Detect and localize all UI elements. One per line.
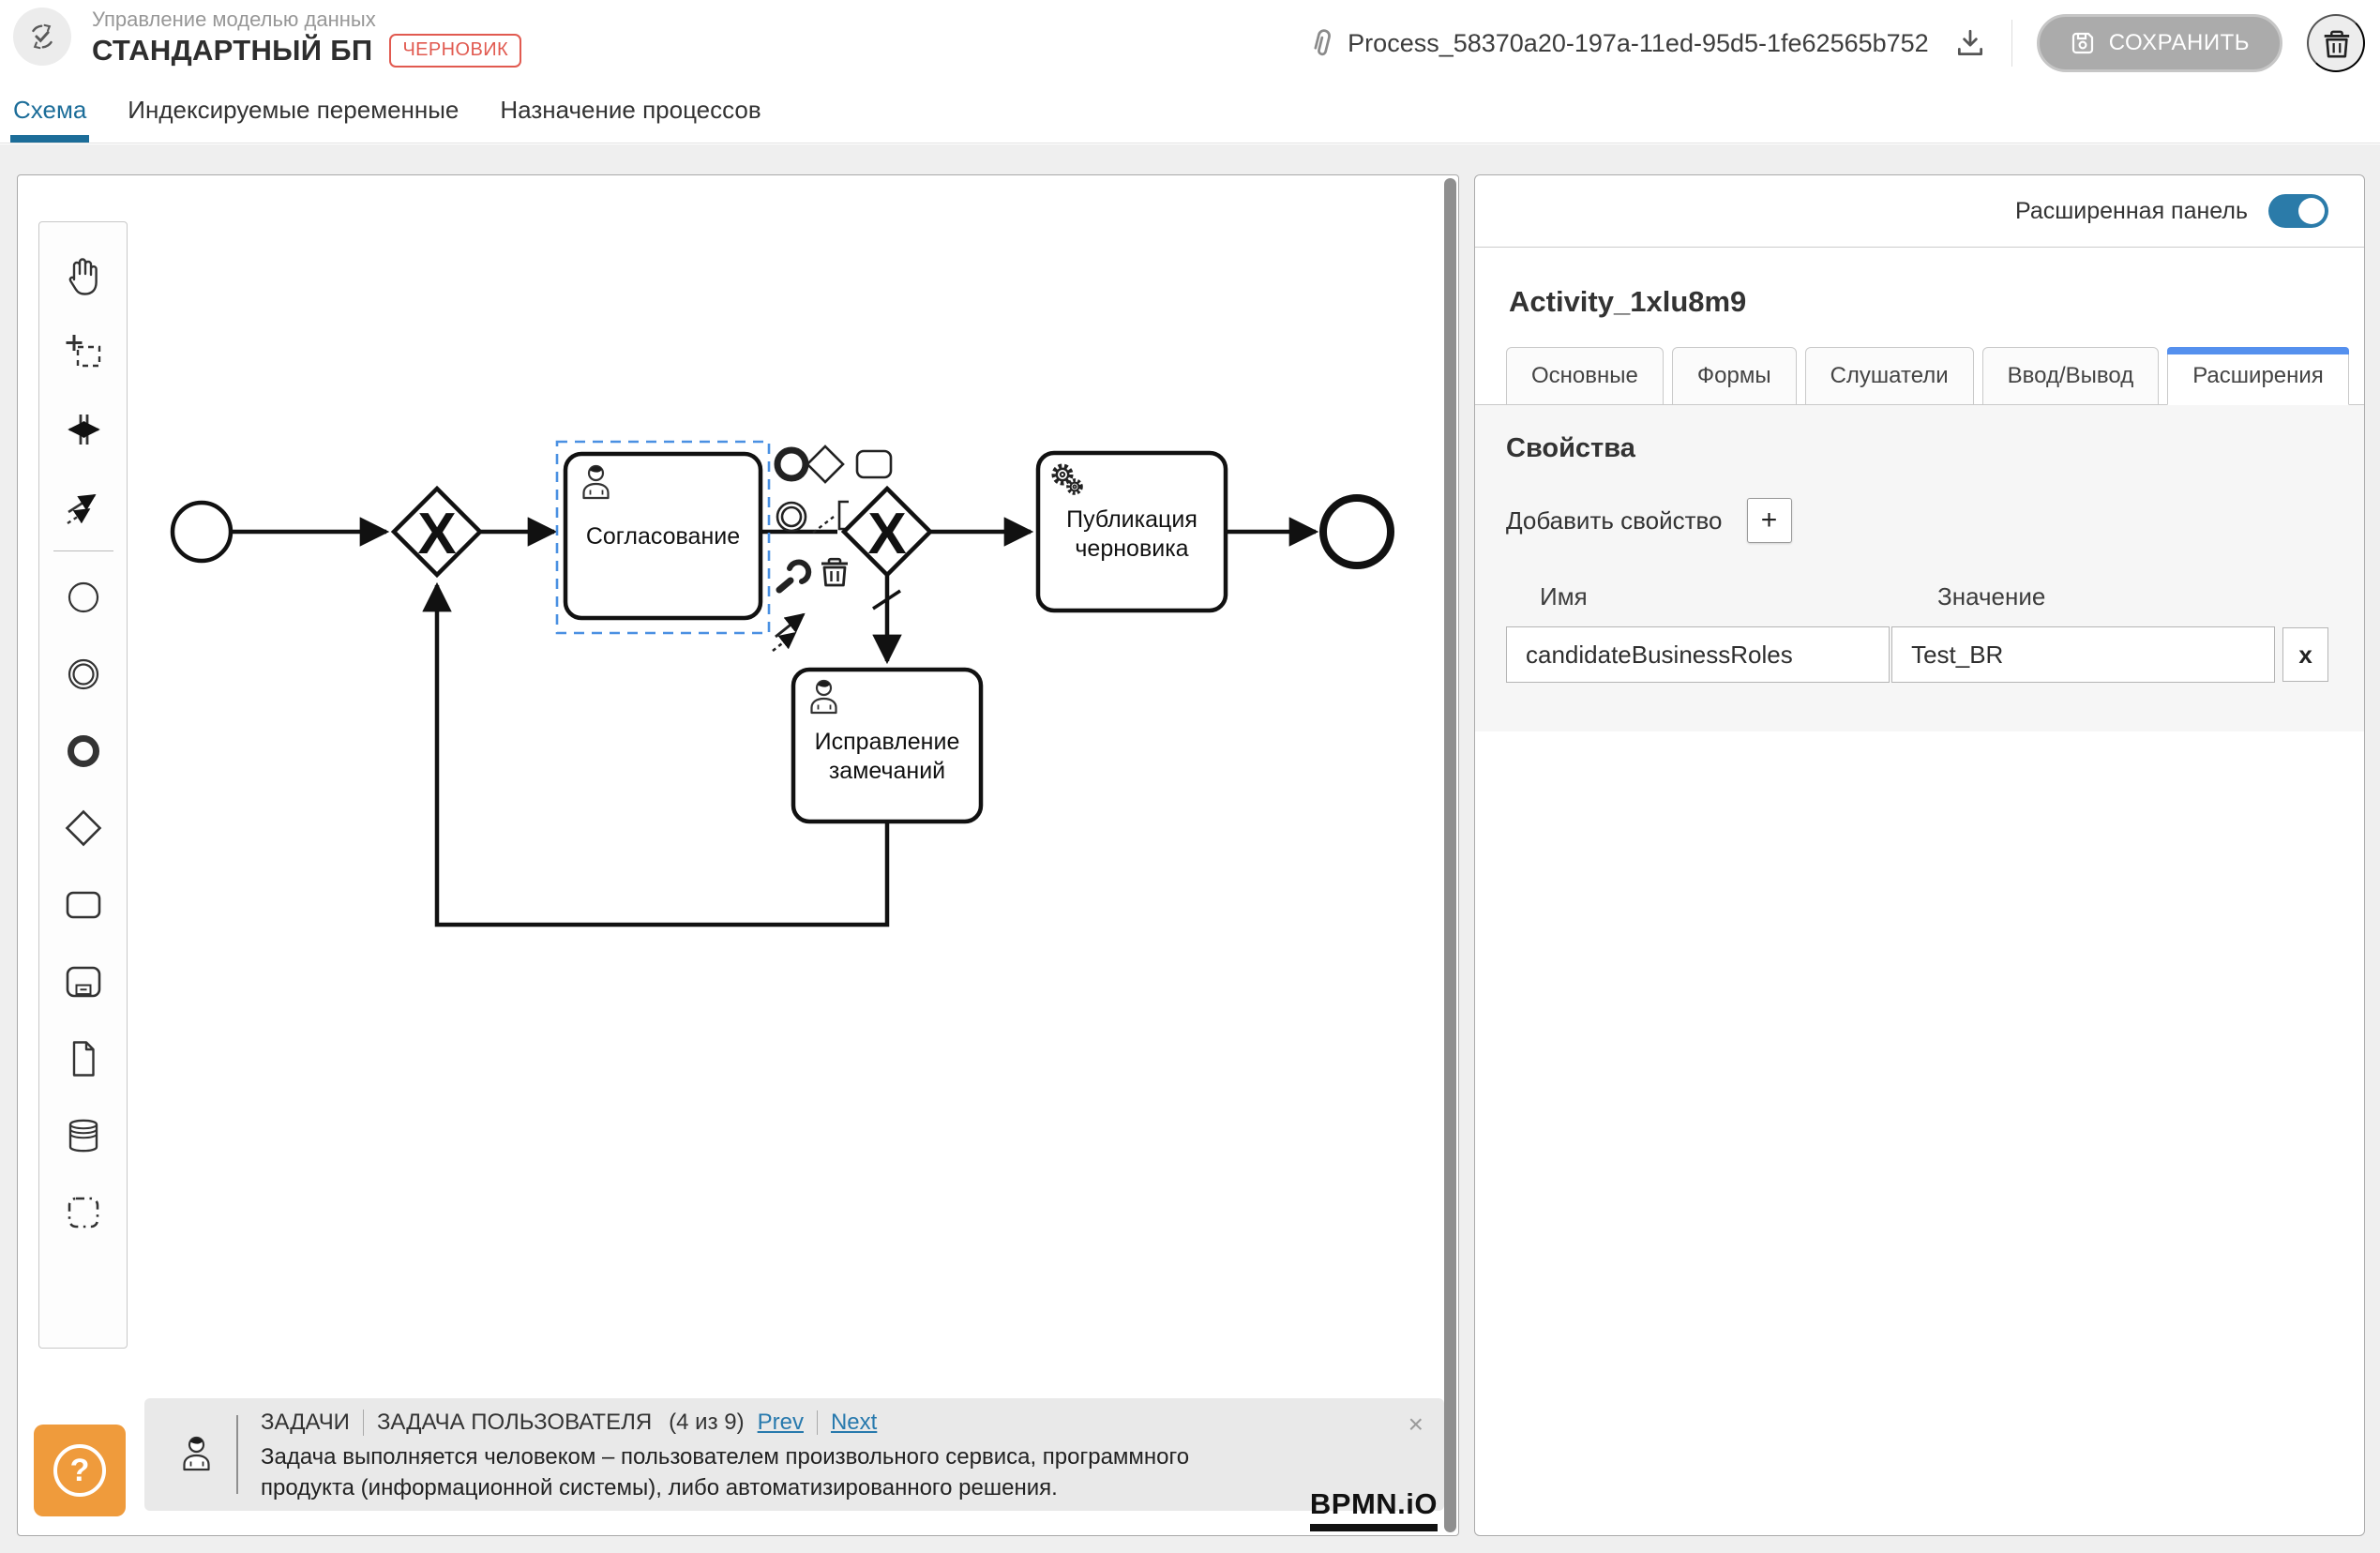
properties-tabs: Основные Формы Слушатели Ввод/Вывод Расш… [1475,347,2364,405]
task-publikaciya[interactable]: Публикация черновика [1038,453,1226,611]
task-ispravlenie[interactable]: Исправление замечаний [793,670,981,822]
append-task-icon[interactable] [857,451,891,477]
prev-link[interactable]: Prev [758,1410,804,1436]
download-button[interactable] [1953,26,1987,60]
app-header: Управление моделью данных СТАНДАРТНЫЙ БП… [0,0,2380,143]
svg-text:X: X [417,502,456,566]
append-end-event-icon[interactable] [777,450,806,478]
properties-panel: Расширенная панель Activity_1xlu8m9 Осно… [1474,174,2365,1536]
task-soglasovanie[interactable]: Согласование [565,454,761,618]
save-button[interactable]: СОХРАНИТЬ [2037,14,2282,72]
connect-icon[interactable] [773,614,804,651]
gateway-1[interactable]: X [394,489,480,575]
property-value-input[interactable] [1891,626,2275,683]
tab-input-output[interactable]: Ввод/Вывод [1982,347,2160,405]
app-logo [13,8,71,66]
svg-text:Публикация: Публикация [1066,506,1198,533]
tab-indexed-variables[interactable]: Индексируемые переменные [128,96,459,143]
change-element-icon[interactable] [779,563,808,590]
space-tool[interactable] [61,391,106,468]
create-start-event[interactable] [61,559,106,636]
page-title: СТАНДАРТНЫЙ БП [92,34,372,68]
svg-text:X: X [867,502,906,566]
help-button[interactable]: ? [34,1425,126,1516]
column-header-value: Значение [1937,582,2045,611]
extensions-tab-content: Свойства Добавить свойство + Имя Значени… [1475,404,2364,731]
paperclip-icon [1308,27,1336,59]
process-id: Process_58370a20-197a-11ed-95d5-1fe62565… [1348,29,1929,58]
delete-model-button[interactable] [2307,14,2365,72]
main-area: X Согласование X Публикация черновика [0,144,2380,1553]
element-info-bar: ЗАДАЧИ ЗАДАЧА ПОЛЬЗОВАТЕЛЯ (4 из 9) Prev… [144,1398,1444,1511]
end-event[interactable] [1323,498,1391,565]
remove-property-button[interactable]: x [2282,627,2328,682]
tab-extensions[interactable]: Расширения [2167,347,2349,405]
bpmn-palette [38,221,128,1349]
status-badge: ЧЕРНОВИК [389,34,521,68]
column-header-name: Имя [1540,582,1902,611]
question-icon: ? [53,1444,106,1497]
floppy-icon [2070,30,2096,56]
lasso-tool[interactable] [61,314,106,391]
create-data-object[interactable] [61,1020,106,1097]
tab-general[interactable]: Основные [1506,347,1664,405]
selected-element-id: Activity_1xlu8m9 [1509,285,2364,319]
create-group[interactable] [61,1174,106,1251]
start-event[interactable] [173,503,231,561]
info-counter: (4 из 9) [669,1410,744,1436]
user-task-badge-icon [176,1432,218,1473]
properties-section-title: Свойства [1506,433,2328,464]
append-gateway-icon[interactable] [807,446,843,482]
delete-element-icon[interactable] [821,559,848,585]
info-element-type: ЗАДАЧА ПОЛЬЗОВАТЕЛЯ [377,1410,652,1436]
app-subtitle: Управление моделью данных [92,8,376,32]
info-bar-divider [236,1415,238,1494]
add-property-label: Добавить свойство [1506,506,1723,535]
tab-schema[interactable]: Схема [13,96,86,143]
svg-text:Согласование: Согласование [586,523,740,550]
svg-text:замечаний: замечаний [829,758,945,784]
create-intermediate-event[interactable] [61,636,106,713]
bpmn-diagram[interactable]: X Согласование X Публикация черновика [18,175,1460,1537]
create-task[interactable] [61,867,106,943]
tab-forms[interactable]: Формы [1672,347,1797,405]
next-link[interactable]: Next [831,1410,877,1436]
bpmn-io-logo: BPMN.iO [1310,1487,1438,1531]
main-nav: Схема Индексируемые переменные Назначени… [13,96,761,143]
gateway-2[interactable]: X [844,489,930,575]
create-data-store[interactable] [61,1097,106,1174]
create-end-event[interactable] [61,713,106,790]
close-icon[interactable]: × [1408,1411,1423,1438]
tab-process-assignment[interactable]: Назначение процессов [500,96,761,143]
info-category: ЗАДАЧИ [261,1410,364,1436]
create-subprocess[interactable] [61,943,106,1020]
svg-text:Исправление: Исправление [815,729,960,755]
hand-tool[interactable] [61,237,106,314]
tab-listeners[interactable]: Слушатели [1805,347,1974,405]
palette-divider [53,550,113,551]
property-name-input[interactable] [1506,626,1890,683]
bpmn-canvas-panel[interactable]: X Согласование X Публикация черновика [17,174,1459,1536]
global-connect-tool[interactable] [61,468,106,545]
svg-text:черновика: черновика [1075,535,1188,562]
header-divider [2011,20,2012,67]
append-text-annotation-icon[interactable] [813,502,849,533]
add-property-button[interactable]: + [1747,498,1792,543]
extended-panel-label: Расширенная панель [2015,198,2248,225]
property-row: x [1506,626,2328,683]
element-description: Задача выполняется человеком – пользоват… [261,1441,1388,1503]
create-gateway[interactable] [61,790,106,867]
extended-panel-toggle[interactable] [2268,194,2328,228]
